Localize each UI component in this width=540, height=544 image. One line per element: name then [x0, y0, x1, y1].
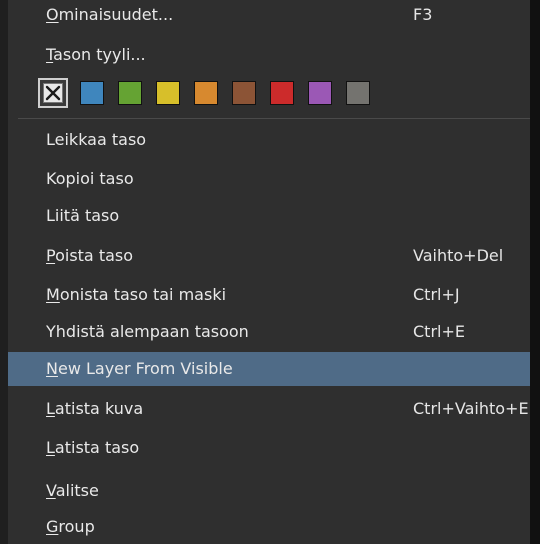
menu-item-flatten-image-shortcut: Ctrl+Vaihto+E — [413, 399, 529, 418]
menu-item-new-layer-from-visible-label: New Layer From Visible — [46, 359, 233, 378]
menu-item-select[interactable]: Valitse — [8, 474, 530, 508]
menu-item-cut-layer-label: Leikkaa taso — [46, 130, 147, 149]
no-color-icon — [43, 83, 63, 103]
menu-item-delete-layer-shortcut: Vaihto+Del — [413, 246, 504, 265]
menu-item-properties-label: Ominaisuudet... — [46, 5, 174, 24]
menu-item-paste-layer-label: Liitä taso — [46, 206, 120, 225]
menu-item-duplicate-layer-label: Monista taso tai maski — [46, 285, 227, 304]
menu-item-group-label: Group — [46, 517, 95, 536]
menu-item-cut-layer[interactable]: Leikkaa taso — [8, 123, 530, 157]
color-swatch-yellow[interactable] — [156, 81, 180, 105]
menu-item-merge-down-shortcut: Ctrl+E — [413, 322, 465, 341]
menu-separator — [18, 118, 530, 119]
menu-item-flatten-layer[interactable]: Latista taso — [8, 431, 530, 465]
color-swatch-violet[interactable] — [308, 81, 332, 105]
menu-item-duplicate-layer-shortcut: Ctrl+J — [413, 285, 460, 304]
menu-item-properties-shortcut: F3 — [413, 5, 433, 24]
color-swatch-gray[interactable] — [346, 81, 370, 105]
menu-item-paste-layer[interactable]: Liitä taso — [8, 199, 530, 233]
color-swatch-brown[interactable] — [232, 81, 256, 105]
menu-item-properties[interactable]: Ominaisuudet... F3 — [8, 0, 530, 32]
color-label-swatches — [38, 78, 418, 112]
menu-item-copy-layer-label: Kopioi taso — [46, 169, 134, 188]
menu-item-flatten-image-label: Latista kuva — [46, 399, 144, 418]
menu-item-delete-layer-label: Poista taso — [46, 246, 134, 265]
menu-item-delete-layer[interactable]: Poista taso Vaihto+Del — [8, 239, 530, 273]
menu-item-duplicate-layer[interactable]: Monista taso tai maski Ctrl+J — [8, 278, 530, 312]
menu-item-merge-down[interactable]: Yhdistä alempaan tasoon Ctrl+E — [8, 315, 530, 349]
color-swatch-green[interactable] — [118, 81, 142, 105]
menu-item-flatten-layer-label: Latista taso — [46, 438, 140, 457]
menu-item-layer-style[interactable]: Tason tyyli... — [8, 38, 530, 72]
menu-item-merge-down-label: Yhdistä alempaan tasoon — [46, 322, 249, 341]
menu-right-edge — [530, 0, 540, 544]
color-swatch-orange[interactable] — [194, 81, 218, 105]
menu-item-flatten-image[interactable]: Latista kuva Ctrl+Vaihto+E — [8, 392, 530, 426]
menu-item-new-layer-from-visible[interactable]: New Layer From Visible — [8, 352, 530, 386]
layer-context-menu: Ominaisuudet... F3 Tason tyyli... Leikka… — [0, 0, 530, 544]
color-swatch-blue[interactable] — [80, 81, 104, 105]
color-swatch-red[interactable] — [270, 81, 294, 105]
color-swatch-none[interactable] — [38, 78, 68, 108]
menu-item-select-label: Valitse — [46, 481, 99, 500]
menu-item-layer-style-label: Tason tyyli... — [46, 45, 146, 64]
menu-item-copy-layer[interactable]: Kopioi taso — [8, 162, 530, 196]
menu-item-group[interactable]: Group — [8, 510, 530, 544]
